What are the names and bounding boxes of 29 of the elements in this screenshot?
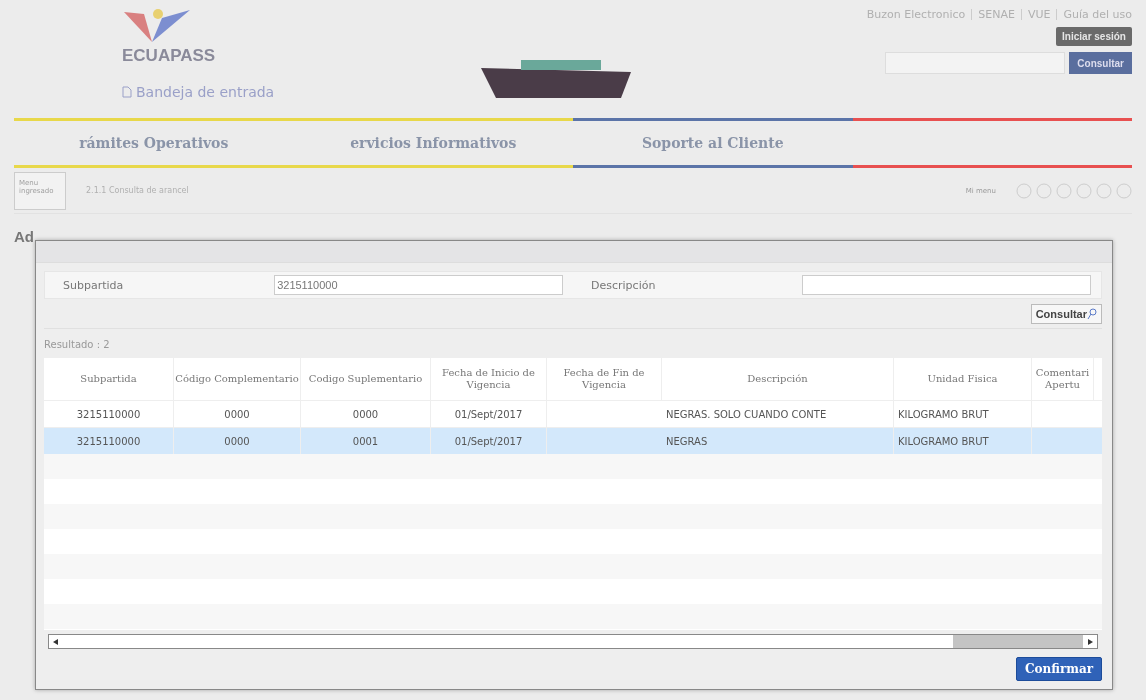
confirm-button[interactable]: Confirmar <box>1015 657 1102 681</box>
consult-button[interactable]: Consultar <box>1030 303 1102 324</box>
input-field[interactable]: 3215110000 <box>274 275 563 295</box>
page-title: Ad <box>14 228 35 245</box>
nav-tab[interactable]: ervicios Informativos <box>293 118 573 168</box>
logo-text: ECUAPASS <box>122 46 216 66</box>
nav-tab[interactable]: Soporte al Cliente <box>573 118 853 168</box>
table-row[interactable]: 3215110000 0000 0000 01/Sept/2017 NEGRAS. SOLO CUANDO CONTE KILOGRAMO BRUT <box>44 400 1102 427</box>
circle-icon[interactable] <box>1076 182 1092 199</box>
search-icon <box>1087 307 1097 320</box>
search-button[interactable]: Consultar <box>1069 52 1132 74</box>
horizontal-scrollbar[interactable] <box>48 634 1098 649</box>
circle-icon[interactable] <box>1116 182 1132 199</box>
field-label: Descripción <box>590 278 657 292</box>
field-label: Subpartida <box>62 278 125 292</box>
input-field[interactable] <box>802 275 1091 295</box>
circle-icon[interactable] <box>1016 182 1032 199</box>
nav-tab[interactable]: rámites Operativos <box>14 118 294 168</box>
nav-tab[interactable] <box>852 118 1132 168</box>
logo-icon <box>122 8 192 44</box>
document-icon <box>122 86 132 98</box>
circle-icon[interactable] <box>1056 182 1072 199</box>
circle-icon[interactable] <box>1036 182 1052 199</box>
right-arrow-icon[interactable] <box>1087 638 1093 645</box>
left-arrow-icon[interactable] <box>53 638 59 645</box>
login-button[interactable]: Iniciar sesión <box>1056 27 1132 46</box>
result-count: Resultado : 2 <box>44 338 111 352</box>
circle-icon[interactable] <box>1096 182 1112 199</box>
table-row[interactable]: 3215110000 0000 0001 01/Sept/2017 NEGRAS KILOGRAMO BRUT <box>44 427 1102 454</box>
